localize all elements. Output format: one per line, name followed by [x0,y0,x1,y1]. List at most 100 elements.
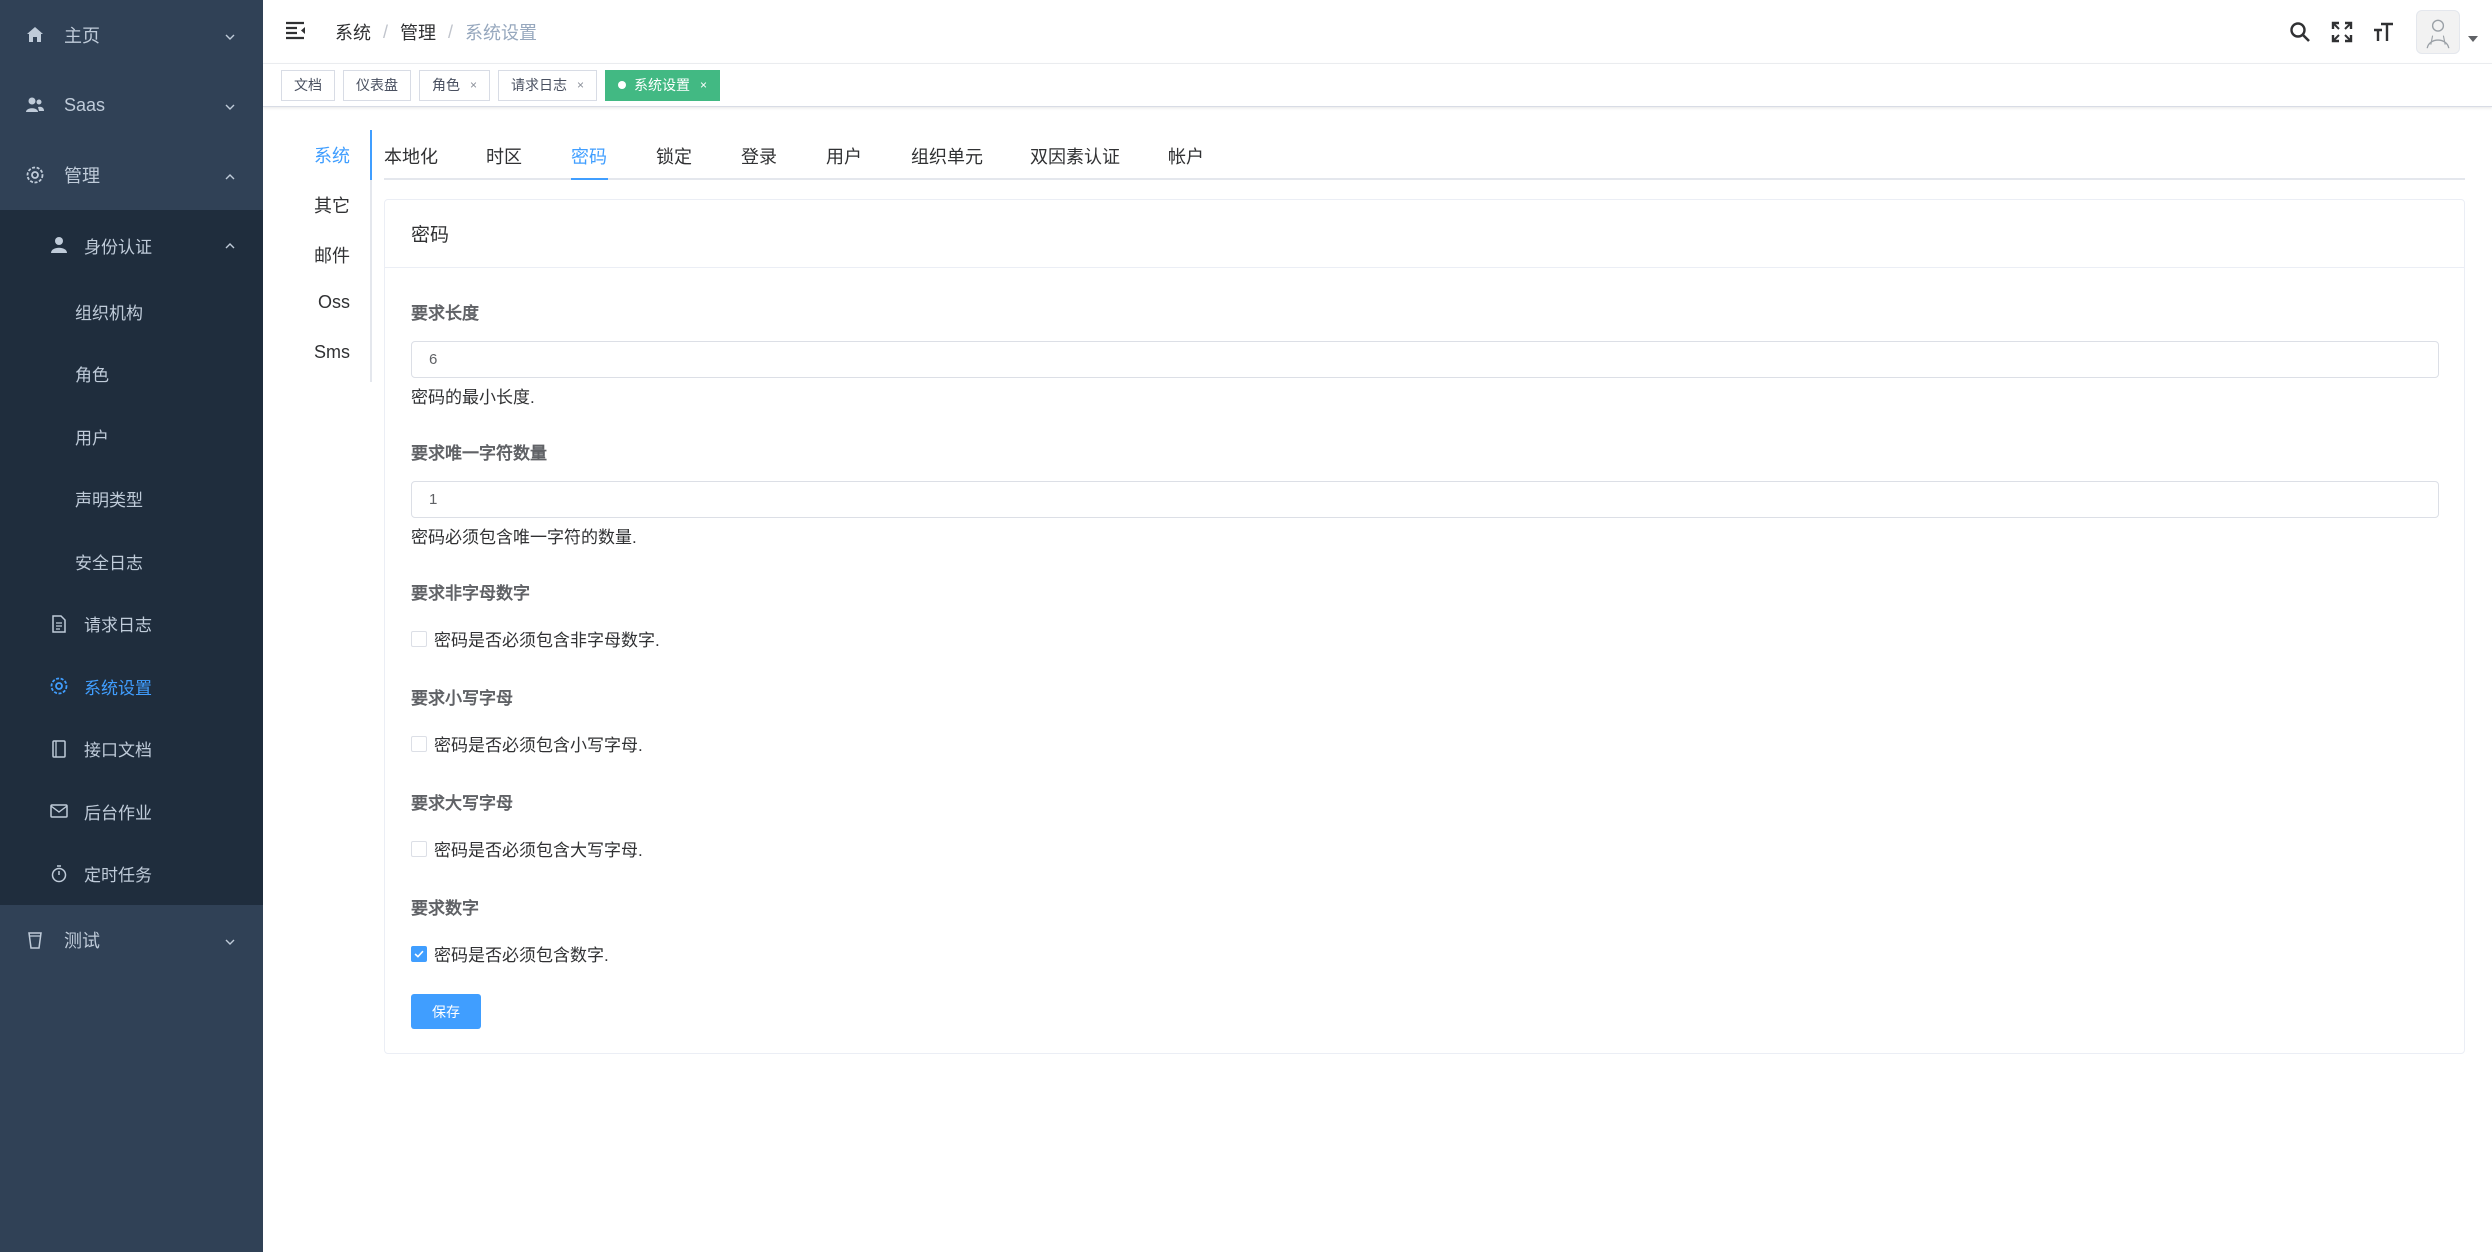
sidebar-item-roles[interactable]: 角色 [0,343,263,406]
avatar[interactable] [2416,10,2460,54]
settings-icon [48,675,70,697]
require-lowercase-checkbox[interactable]: 密码是否必须包含小写字母. [411,731,643,756]
check-icon [414,950,424,958]
tab-localization[interactable]: 本地化 [384,143,438,169]
tab-lockout[interactable]: 锁定 [656,143,692,169]
tab-timezone[interactable]: 时区 [486,143,522,169]
user-icon [48,234,70,256]
required-length-input[interactable]: 6 [411,341,2439,378]
tab-user[interactable]: 用户 [826,143,862,169]
require-uppercase-checkbox[interactable]: 密码是否必须包含大写字母. [411,836,643,861]
tags-view: 文档 仪表盘 角色 × 请求日志 × 系统设置 × [263,64,2492,107]
checkbox-box[interactable] [411,840,427,857]
hamburger-icon[interactable] [283,18,309,44]
required-unique-chars-input[interactable]: 1 [411,481,2439,518]
required-unique-chars-label: 要求唯一字符数量 [411,444,547,463]
checkbox-box[interactable] [411,735,427,752]
header-right-menu [2286,0,2492,64]
tab-organization-unit[interactable]: 组织单元 [911,143,983,169]
sidebar-item-background-jobs[interactable]: 后台作业 [0,780,263,843]
active-dot-icon [618,81,627,89]
tab-account[interactable]: 帐户 [1168,143,1204,169]
font-size-icon[interactable] [2370,18,2398,46]
sidebar-item-label: 请求日志 [84,616,152,636]
tab-login[interactable]: 登录 [741,143,777,169]
sidebar-item-label: 测试 [64,931,100,951]
tag-request-log[interactable]: 请求日志 × [498,69,598,101]
tab-other[interactable]: 其它 [314,192,350,218]
sidebar-item-management[interactable]: 管理 [0,140,263,210]
chevron-up-icon [223,168,237,182]
mail-icon [48,800,70,822]
require-uppercase-label: 要求大写字母 [411,794,513,813]
sidebar-item-label: 后台作业 [84,803,152,823]
tag-label: 角色 [432,77,460,93]
close-icon[interactable]: × [577,78,584,92]
input-value: 1 [429,491,438,508]
sidebar-item-scheduled-tasks[interactable]: 定时任务 [0,843,263,906]
fullscreen-icon[interactable] [2328,18,2356,46]
tab-system[interactable]: 系统 [314,142,350,168]
tag-roles[interactable]: 角色 × [419,69,491,101]
sidebar-item-saas[interactable]: Saas [0,70,263,140]
tag-docs[interactable]: 文档 [281,69,335,101]
sidebar-item-organization[interactable]: 组织机构 [0,280,263,343]
cup-icon [24,929,46,951]
tab-active-underline [571,178,608,180]
sidebar-item-system-settings[interactable]: 系统设置 [0,655,263,718]
management-submenu: 身份认证 组织机构 角色 用户 声明类型 安全日志 请求日志 系统设置 接口文档… [0,210,263,905]
card-title: 密码 [385,200,2464,268]
sidebar-item-label: 身份认证 [84,237,152,257]
sidebar-item-label: 接口文档 [84,741,152,761]
chevron-up-icon [223,238,237,252]
checkbox-box[interactable] [411,630,427,647]
sidebar-item-label: 系统设置 [84,678,152,698]
app-root: 主页 Saas 管理 身份认证 组织机构 角色 用户 声明类型 安全日志 请求日… [0,0,2492,1252]
checkbox-box-checked[interactable] [411,945,427,962]
sidebar: 主页 Saas 管理 身份认证 组织机构 角色 用户 声明类型 安全日志 请求日… [0,0,263,1252]
tag-system-settings[interactable]: 系统设置 × [605,69,721,101]
tag-label: 仪表盘 [356,77,398,93]
tag-dashboard[interactable]: 仪表盘 [343,69,411,101]
users-icon [24,94,46,116]
require-digit-checkbox[interactable]: 密码是否必须包含数字. [411,941,609,966]
sidebar-item-home[interactable]: 主页 [0,0,263,70]
caret-down-icon[interactable] [2468,36,2478,42]
sidebar-item-users[interactable]: 用户 [0,405,263,468]
input-value: 6 [429,351,438,368]
chevron-down-icon [223,98,237,112]
sidebar-item-identity[interactable]: 身份认证 [0,210,263,280]
tab-sms[interactable]: Sms [314,342,350,363]
sidebar-item-test[interactable]: 测试 [0,905,263,975]
password-settings-card: 密码 要求长度 6 密码的最小长度. 要求唯一字符数量 1 密码必须包含唯一字符… [384,199,2465,1054]
gear-icon [24,164,46,186]
breadcrumb: 系统 / 管理 / 系统设置 [335,19,537,45]
tab-oss[interactable]: Oss [318,292,350,313]
close-icon[interactable]: × [470,78,477,92]
tab-mail[interactable]: 邮件 [314,242,350,268]
tab-two-factor[interactable]: 双因素认证 [1030,143,1120,169]
breadcrumb-item[interactable]: 管理 [400,19,436,45]
sidebar-item-api-docs[interactable]: 接口文档 [0,718,263,781]
sidebar-item-request-log[interactable]: 请求日志 [0,593,263,656]
close-icon[interactable]: × [700,78,707,92]
settings-group-tabs: 系统 其它 邮件 Oss Sms [263,130,372,382]
tabs-active-indicator [370,130,372,180]
require-non-alphanumeric-label: 要求非字母数字 [411,584,530,603]
breadcrumb-separator: / [383,21,389,42]
search-icon[interactable] [2286,18,2314,46]
home-icon [24,24,46,46]
breadcrumb-item[interactable]: 系统 [335,19,371,45]
sidebar-item-security-log[interactable]: 安全日志 [0,530,263,593]
document-icon [48,613,70,635]
require-non-alphanumeric-checkbox[interactable]: 密码是否必须包含非字母数字. [411,626,660,651]
required-length-help: 密码的最小长度. [411,388,535,407]
save-button[interactable]: 保存 [411,994,481,1029]
tab-password[interactable]: 密码 [571,143,607,169]
checkbox-label: 密码是否必须包含大写字母. [434,841,643,860]
sidebar-item-label: 管理 [64,166,100,186]
required-length-label: 要求长度 [411,304,479,323]
breadcrumb-separator: / [448,21,454,42]
sidebar-item-claim-types[interactable]: 声明类型 [0,468,263,531]
tag-label: 系统设置 [634,77,691,93]
